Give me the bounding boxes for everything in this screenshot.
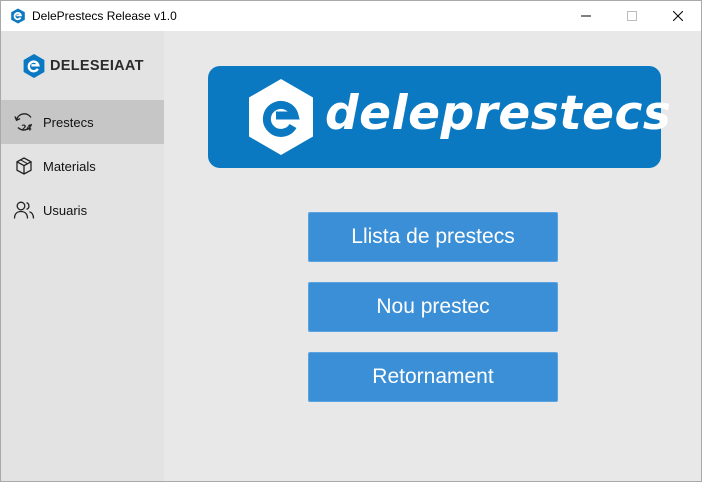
logo-hexagon-icon (249, 79, 313, 155)
maximize-icon (627, 11, 637, 21)
box-icon (13, 155, 35, 177)
close-button[interactable] (655, 1, 701, 31)
close-icon (673, 11, 683, 21)
main-content: deleprestecs Llista de prestecs Nou pres… (164, 31, 701, 481)
svg-text:24: 24 (21, 124, 31, 133)
logo-wordmark: deleprestecs (325, 86, 672, 141)
minimize-icon (581, 15, 591, 17)
sidebar-brand: DELESEIAAT (22, 53, 144, 79)
sidebar-item-prestecs[interactable]: 24 Prestecs (1, 100, 164, 144)
brand-name: DELESEIAAT (50, 58, 144, 74)
brand-logo-icon (23, 54, 45, 78)
sidebar: DELESEIAAT 24 Prestecs Materials Usuaris (1, 31, 164, 481)
refresh-24-icon: 24 (13, 111, 35, 133)
nou-prestec-button[interactable]: Nou prestec (308, 282, 558, 332)
llista-de-prestecs-button[interactable]: Llista de prestecs (308, 212, 558, 262)
maximize-button[interactable] (609, 1, 655, 31)
sidebar-item-label: Prestecs (43, 114, 94, 130)
sidebar-item-label: Materials (43, 158, 96, 174)
app-logo-banner: deleprestecs (208, 66, 671, 168)
sidebar-item-materials[interactable]: Materials (1, 144, 164, 188)
app-window: DelePrestecs Release v1.0 DELESEIAAT 24 … (0, 0, 702, 482)
users-icon (13, 199, 35, 221)
title-bar[interactable]: DelePrestecs Release v1.0 (1, 1, 701, 31)
minimize-button[interactable] (563, 1, 609, 31)
retornament-button[interactable]: Retornament (308, 352, 558, 402)
sidebar-item-usuaris[interactable]: Usuaris (1, 188, 164, 232)
sidebar-item-label: Usuaris (43, 202, 88, 218)
window-title: DelePrestecs Release v1.0 (32, 9, 177, 23)
app-logo-icon (11, 8, 25, 24)
